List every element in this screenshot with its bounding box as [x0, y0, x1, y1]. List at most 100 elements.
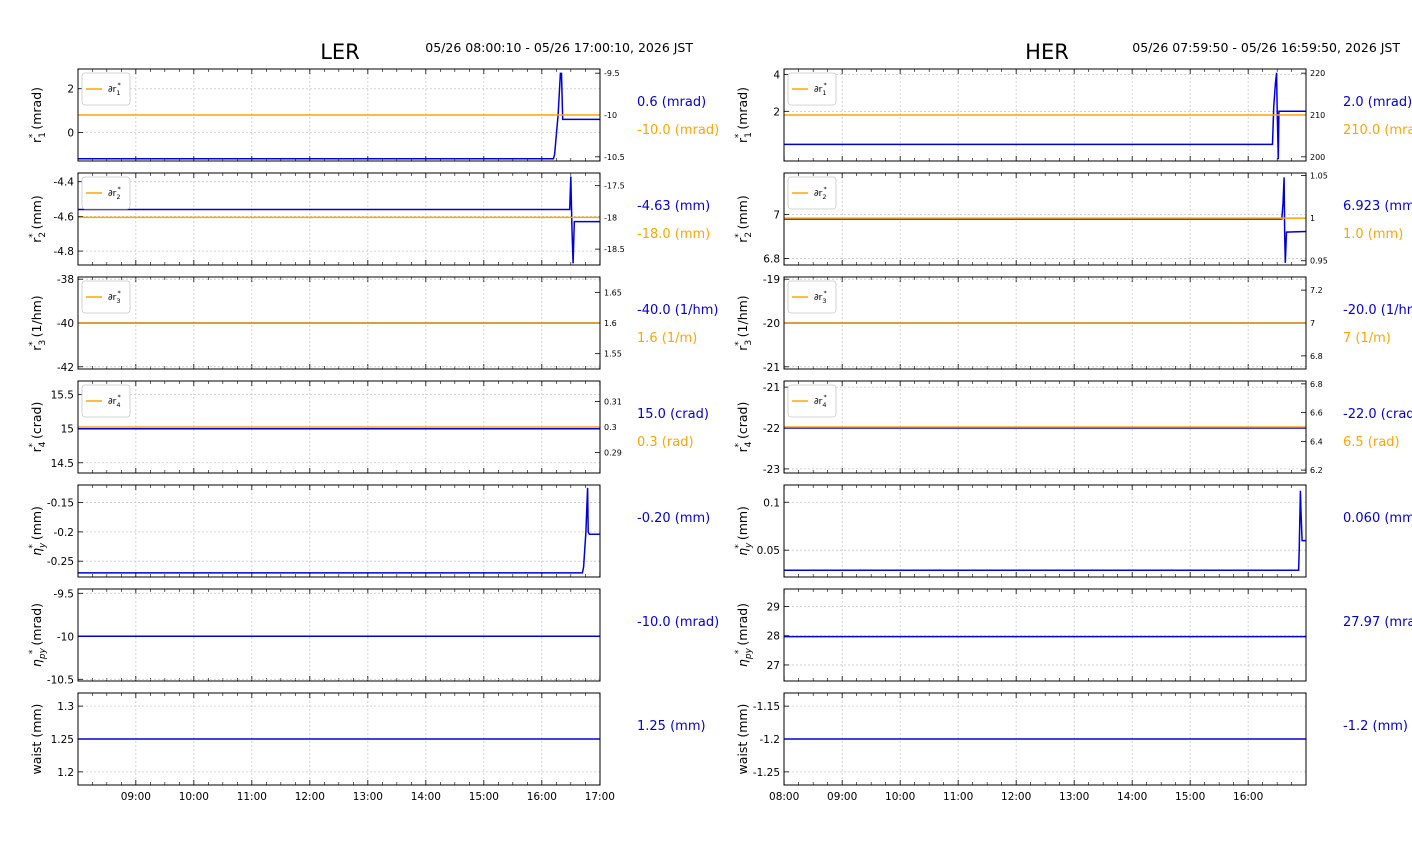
her-subplot-5: 0.05 0.1 ηy* (mm) 0.060 (mm) [734, 484, 1412, 578]
y-tick-label: -4.8 [54, 246, 75, 258]
y-tick-label: -22 [763, 423, 780, 435]
ler-subplot-1: 0 2 -10.5 -10 -9.5 ∂r1* r1* (mrad) 0.6 (mrad) -1… [28, 68, 719, 162]
plot-frame [77, 588, 601, 682]
y-axis-label: r2* (mm) [734, 195, 754, 242]
y-tick-label: 2 [67, 84, 74, 96]
plot-frame [77, 484, 601, 578]
primary-readout: -10.0 (mrad) [637, 615, 719, 630]
secondary-readout: 1.6 (1/m) [637, 331, 697, 346]
ler-subplot-3: -42 -40 -38 1.55 1.6 1.65 ∂r3* r3* (1/hm) -40.0 … [28, 274, 718, 374]
primary-series-line [78, 487, 600, 574]
x-tick-label: 16:00 [527, 791, 557, 803]
y-axis-label: ηpy* (mrad) [28, 603, 48, 667]
legend-subscript: 2 [822, 193, 826, 201]
secondary-readout: -10.0 (mrad) [637, 123, 719, 138]
y-tick-label: 2 [773, 106, 780, 118]
her-subplot-4: -23 -22 -21 6.2 6.4 6.6 6.8 ∂r4* r4* (crad) -22.0… [734, 380, 1412, 476]
primary-readout: 0.6 (mrad) [637, 95, 706, 110]
y2-tick-label: -17.5 [604, 182, 625, 191]
y-tick-label: 1.3 [57, 701, 74, 713]
y-tick-label: 15 [61, 424, 74, 436]
y2-tick-label: 220 [1310, 69, 1325, 78]
y-tick-label: -42 [57, 362, 74, 374]
y-axis-label: r1* (mrad) [28, 87, 48, 143]
x-tick-label: 10:00 [885, 791, 915, 803]
y2-tick-label: -10.5 [604, 153, 625, 162]
y2-tick-label: 1.65 [604, 288, 622, 297]
y-axis-label-unit: (mm) [29, 704, 44, 742]
legend: ∂r1* [787, 72, 837, 106]
y-axis-label: waist (mm) [29, 704, 44, 775]
x-tick-label: 12:00 [295, 791, 325, 803]
ler-subplot-2: -4.8 -4.6 -4.4 -18.5 -18 -17.5 ∂r2* r2* (mm) -4.… [28, 172, 710, 266]
legend: ∂r4* [81, 384, 131, 418]
y-axis-label-main: η [29, 659, 44, 667]
y2-tick-label: 200 [1310, 153, 1325, 162]
primary-readout: 0.060 (mm) [1343, 511, 1412, 526]
x-tick-label: 15:00 [469, 791, 499, 803]
legend-subscript: 4 [822, 401, 826, 409]
y-tick-label: 0 [67, 128, 74, 140]
y2-tick-label: 1.05 [1310, 172, 1328, 181]
y2-tick-label: 7 [1310, 319, 1315, 328]
y2-tick-label: -9.5 [604, 69, 620, 78]
y-tick-label: 0.05 [757, 545, 780, 557]
y-axis-label-unit: (mm) [735, 704, 750, 742]
y-tick-label: -1.2 [760, 734, 781, 746]
y-tick-label: 4 [773, 70, 780, 82]
her-subplot-1: 2 4 200 210 220 ∂r1* r1* (mrad) 2.0 (mrad) 210.0… [734, 68, 1412, 162]
x-tick-label: 14:00 [411, 791, 441, 803]
y-tick-label: 1.2 [57, 767, 74, 779]
her-subplot-6: 27 28 29 ηpy* (mrad) 27.97 (mrad) [734, 588, 1412, 682]
y-tick-label: 1.25 [51, 734, 74, 746]
her-subplot-3: -21 -20 -19 6.8 7 7.2 ∂r3* r3* (1/hm) -20.0 (1/h… [734, 274, 1412, 374]
y-axis-label-main: waist [29, 742, 44, 775]
y2-tick-label: 0.3 [604, 423, 617, 432]
primary-readout: -0.20 (mm) [637, 511, 710, 526]
x-tick-label: 09:00 [827, 791, 857, 803]
y-tick-label: -21 [763, 362, 780, 374]
legend-subscript: 1 [116, 89, 120, 97]
y-tick-label: 14.5 [51, 458, 74, 470]
plot-frame [783, 484, 1307, 578]
secondary-readout: 7 (1/m) [1343, 331, 1391, 346]
primary-series-line [784, 177, 1307, 263]
y-axis-label-unit: (mrad) [29, 603, 44, 650]
x-tick-label: 13:00 [353, 791, 383, 803]
x-tick-label: 17:00 [585, 791, 615, 803]
y2-tick-label: 1.55 [604, 350, 622, 359]
secondary-readout: 0.3 (rad) [637, 435, 694, 450]
y-tick-label: -4.6 [54, 211, 75, 223]
y-axis-label-unit: (mm) [29, 195, 44, 233]
her-date-range: 05/26 07:59:50 - 05/26 16:59:50, 2026 JS… [1132, 40, 1400, 55]
y-tick-label: 15.5 [51, 390, 74, 402]
y-axis-label: ηy* (mm) [734, 506, 754, 556]
legend: ∂r2* [81, 176, 131, 210]
x-tick-label: 08:00 [769, 791, 799, 803]
y-tick-label: 6.8 [763, 253, 780, 265]
primary-readout: 2.0 (mrad) [1343, 95, 1412, 110]
secondary-readout: 6.5 (rad) [1343, 435, 1400, 450]
y2-tick-label: 7.2 [1310, 286, 1323, 295]
legend: ∂r4* [787, 384, 837, 418]
y-tick-label: 28 [767, 631, 780, 643]
plot-frame [783, 588, 1307, 682]
y-tick-label: 27 [767, 660, 780, 672]
y-axis-label: r1* (mrad) [734, 87, 754, 143]
y-axis-label-unit: (mrad) [29, 87, 44, 134]
y2-tick-label: 6.6 [1310, 409, 1323, 418]
primary-readout: 15.0 (crad) [637, 407, 709, 422]
y-tick-label: -10 [57, 631, 74, 643]
primary-readout: 6.923 (mm) [1343, 199, 1412, 214]
legend: ∂r3* [787, 280, 837, 314]
y2-tick-label: 6.8 [1310, 380, 1323, 389]
primary-series-line [78, 176, 600, 264]
y-axis-label: r4* (crad) [734, 402, 754, 453]
primary-readout: -20.0 (1/hm) [1343, 303, 1412, 318]
x-tick-label: 09:00 [121, 791, 151, 803]
y-axis-label-unit: (1/hm) [29, 295, 44, 341]
y2-tick-label: -18.5 [604, 245, 625, 254]
her-panel: HER 05/26 07:59:50 - 05/26 16:59:50, 202… [734, 40, 1412, 803]
ler-subplot-5: -0.25 -0.2 -0.15ηy* (mm) -0.20 (mm) [28, 484, 710, 578]
ler-subplot-4: 14.5 15 15.5 0.29 0.3 0.31 ∂r4* r4* (crad) 15.0 … [28, 380, 709, 474]
